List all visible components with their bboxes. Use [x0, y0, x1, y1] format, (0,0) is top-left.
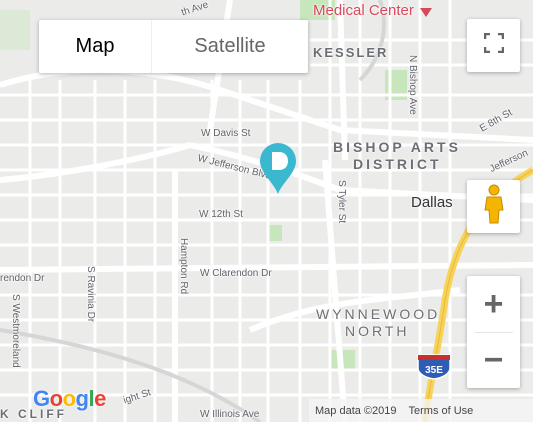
street-label-n-bishop: N Bishop Ave [407, 55, 418, 115]
google-logo[interactable]: Google [33, 386, 106, 412]
district-label-bishop-arts-line2: DISTRICT [353, 156, 442, 172]
street-label-s-tyler: S Tyler St [336, 180, 347, 224]
street-view-pegman-button[interactable] [467, 180, 520, 233]
map-attribution-bar: Map data ©2019 Terms of Use [309, 399, 533, 422]
zoom-control: + − [467, 276, 520, 388]
street-label-clarendon-left: rendon Dr [0, 273, 45, 284]
zoom-out-button[interactable]: − [467, 333, 520, 388]
district-label-bishop-arts-line1: BISHOP ARTS [333, 139, 461, 155]
map-data-attribution[interactable]: Map data ©2019 [309, 405, 403, 417]
district-label-wynnewood-line1: WYNNEWOOD [316, 306, 441, 322]
map-type-map-button[interactable]: Map [39, 20, 151, 73]
street-label-hampton: Hampton Rd [178, 238, 189, 295]
district-label-wynnewood-line2: NORTH [345, 323, 410, 339]
street-label-w-davis: W Davis St [201, 128, 251, 139]
fullscreen-icon [483, 32, 504, 58]
street-label-w-illinois: W Illinois Ave [200, 409, 260, 420]
svg-text:35E: 35E [425, 365, 443, 376]
street-label-w-12th: W 12th St [199, 209, 243, 220]
street-label-w-clarendon: W Clarendon Dr [200, 268, 272, 279]
poi-marker-icon[interactable] [420, 8, 432, 17]
pegman-icon [481, 184, 507, 229]
street-label-s-westmoreland: S Westmoreland [10, 294, 21, 368]
fullscreen-button[interactable] [467, 19, 520, 72]
city-label-dallas: Dallas [411, 194, 453, 211]
map-type-control: Map Satellite [39, 20, 308, 73]
map-type-satellite-button[interactable]: Satellite [151, 20, 308, 73]
district-label-kessler: KESSLER [313, 45, 389, 60]
zoom-in-button[interactable]: + [467, 277, 520, 332]
terms-of-use-link[interactable]: Terms of Use [403, 405, 480, 417]
poi-label-medical-center[interactable]: Medical Center [313, 2, 414, 19]
street-label-s-ravinia: S Ravinia Dr [85, 266, 96, 323]
